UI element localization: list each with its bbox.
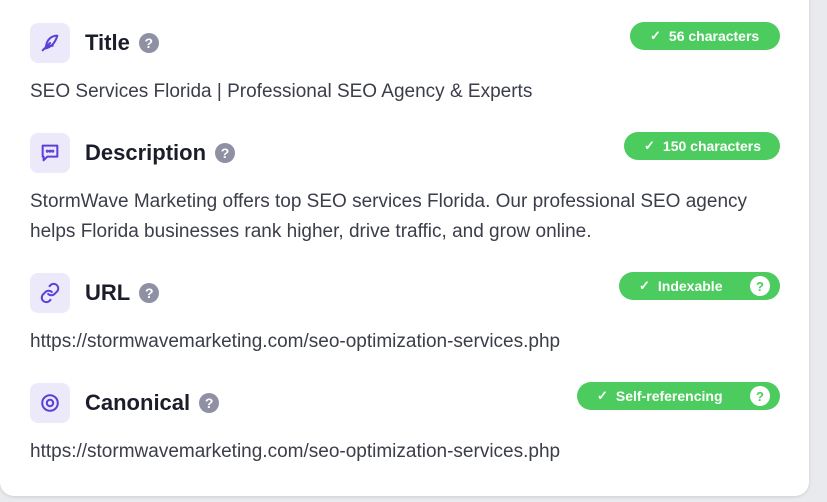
- title-section: Title ? ✓ 56 characters SEO Services Flo…: [30, 22, 780, 107]
- description-section: Description ? ✓ 150 characters StormWave…: [30, 132, 780, 247]
- badge-text: 56 characters: [668, 28, 760, 44]
- help-icon[interactable]: ?: [215, 143, 236, 163]
- canonical-value: https://stormwavemarketing.com/seo-optim…: [30, 441, 561, 462]
- description-length-badge: ✓ 150 characters: [624, 132, 780, 160]
- title-length-badge: ✓ 56 characters: [630, 22, 780, 50]
- check-icon: ✓: [644, 138, 655, 153]
- help-icon[interactable]: ?: [139, 283, 160, 303]
- link-icon: [30, 273, 70, 313]
- badge-text: Self-referencing: [615, 388, 723, 404]
- description-value: StormWave Marketing offers top SEO servi…: [30, 191, 748, 242]
- target-icon: [30, 383, 70, 423]
- description-header: Description ? ✓ 150 characters: [30, 132, 780, 173]
- badge-text: 150 characters: [662, 138, 761, 154]
- title-header: Title ? ✓ 56 characters: [30, 22, 780, 63]
- help-icon[interactable]: ?: [750, 386, 770, 406]
- title-value: SEO Services Florida | Professional SEO …: [30, 81, 533, 102]
- title-label: Title: [85, 30, 130, 55]
- help-icon[interactable]: ?: [750, 276, 770, 296]
- check-icon: ✓: [650, 28, 661, 43]
- canonical-section: Canonical ? ✓ Self-referencing ? https:/…: [30, 382, 780, 467]
- check-icon: ✓: [639, 278, 650, 293]
- url-header: URL ? ✓ Indexable ?: [30, 272, 780, 313]
- canonical-label: Canonical: [85, 390, 191, 415]
- description-label: Description: [85, 140, 207, 165]
- badge-text: Indexable: [657, 278, 723, 294]
- seo-meta-card: Title ? ✓ 56 characters SEO Services Flo…: [0, 0, 809, 496]
- url-section: URL ? ✓ Indexable ? https://stormwavemar…: [30, 272, 780, 357]
- self-referencing-badge: ✓ Self-referencing ?: [577, 382, 780, 410]
- feather-icon: [30, 23, 70, 63]
- help-icon[interactable]: ?: [138, 33, 159, 53]
- url-label: URL: [85, 280, 131, 305]
- check-icon: ✓: [597, 388, 608, 403]
- indexable-badge: ✓ Indexable ?: [619, 272, 780, 300]
- message-icon: [30, 133, 70, 173]
- url-value: https://stormwavemarketing.com/seo-optim…: [30, 331, 561, 352]
- help-icon[interactable]: ?: [199, 393, 220, 413]
- canonical-header: Canonical ? ✓ Self-referencing ?: [30, 382, 780, 423]
